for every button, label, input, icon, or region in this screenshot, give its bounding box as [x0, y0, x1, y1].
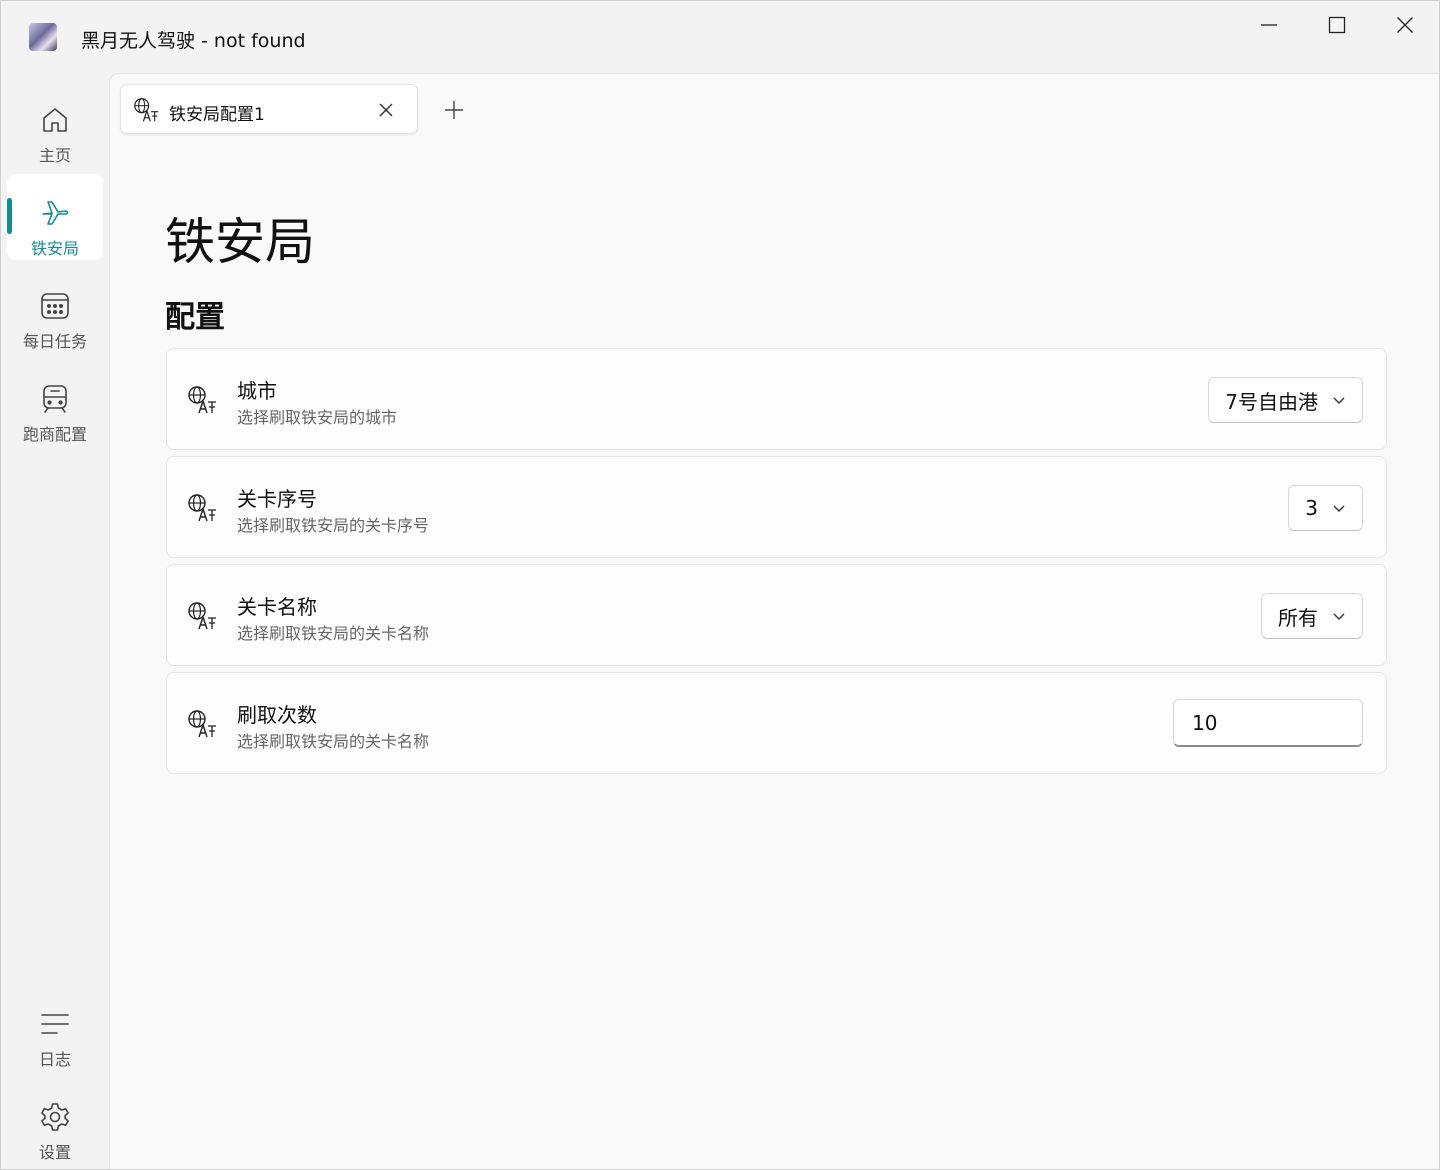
minimize-icon — [1261, 24, 1277, 26]
translate-icon — [188, 602, 216, 630]
main-content: 铁安局配置1 铁安局 配置 城市 选择刷取铁安局的城市 7号自由港 关卡序号 选… — [109, 73, 1439, 1169]
setting-title: 关卡序号 — [237, 487, 317, 511]
setting-title: 刷取次数 — [237, 703, 317, 727]
section-title: 配置 — [165, 300, 225, 335]
active-indicator — [7, 198, 12, 234]
stage-name-select[interactable]: 所有 — [1261, 593, 1363, 639]
translate-icon — [134, 98, 159, 122]
chevron-down-icon — [1332, 500, 1348, 516]
lines-icon — [38, 1007, 72, 1041]
sidebar-item-label: 每日任务 — [22, 332, 87, 351]
app-logo-icon — [29, 23, 57, 51]
select-value: 7号自由港 — [1225, 389, 1318, 414]
chevron-down-icon — [1332, 392, 1348, 408]
close-icon — [1397, 17, 1413, 33]
tab-close-button[interactable] — [375, 99, 397, 121]
sidebar-item-label: 日志 — [38, 1050, 71, 1069]
translate-icon — [188, 710, 216, 738]
tab-tieanju-config-1[interactable]: 铁安局配置1 — [120, 84, 418, 134]
sidebar-item-label: 铁安局 — [30, 239, 79, 258]
sidebar-item-home[interactable]: 主页 — [7, 81, 103, 167]
calendar-icon — [38, 289, 72, 323]
tab-label: 铁安局配置1 — [169, 105, 265, 125]
setting-card-city: 城市 选择刷取铁安局的城市 7号自由港 — [166, 348, 1387, 450]
setting-title: 关卡名称 — [237, 595, 317, 619]
airplane-icon — [38, 196, 72, 230]
setting-title: 城市 — [237, 379, 277, 403]
close-icon — [379, 103, 393, 117]
select-value: 3 — [1305, 496, 1318, 520]
gear-icon — [38, 1100, 72, 1134]
translate-icon — [188, 494, 216, 522]
sidebar-item-label: 设置 — [38, 1143, 71, 1162]
sidebar-item-trade-config[interactable]: 跑商配置 — [7, 360, 103, 446]
setting-description: 选择刷取铁安局的城市 — [237, 408, 398, 427]
sidebar-item-settings[interactable]: 设置 — [7, 1078, 103, 1164]
minimize-button[interactable] — [1235, 1, 1303, 49]
plus-icon — [445, 101, 463, 119]
title-bar: 黑月无人驾驶 - not found — [1, 1, 1440, 73]
sidebar-item-tieanju[interactable]: 铁安局 — [7, 174, 103, 260]
chevron-down-icon — [1332, 608, 1348, 624]
sidebar-item-daily-tasks[interactable]: 每日任务 — [7, 267, 103, 353]
maximize-button[interactable] — [1303, 1, 1371, 49]
translate-icon — [188, 386, 216, 414]
sidebar-nav: 主页 铁安局 每日任务 跑商配置 日志 设置 — [1, 73, 109, 1170]
sidebar-item-label: 跑商配置 — [22, 425, 87, 444]
run-count-input[interactable]: 10 — [1173, 699, 1363, 747]
close-button[interactable] — [1371, 1, 1439, 49]
page-title: 铁安局 — [165, 213, 315, 271]
setting-card-stage-number: 关卡序号 选择刷取铁安局的关卡序号 3 — [166, 456, 1387, 558]
sidebar-item-log[interactable]: 日志 — [7, 985, 103, 1071]
city-select[interactable]: 7号自由港 — [1208, 377, 1363, 423]
setting-card-stage-name: 关卡名称 选择刷取铁安局的关卡名称 所有 — [166, 564, 1387, 666]
home-icon — [38, 103, 72, 137]
setting-description: 选择刷取铁安局的关卡名称 — [237, 732, 430, 751]
select-value: 所有 — [1278, 605, 1318, 630]
setting-description: 选择刷取铁安局的关卡名称 — [237, 624, 430, 643]
setting-card-run-count: 刷取次数 选择刷取铁安局的关卡名称 10 — [166, 672, 1387, 774]
train-icon — [38, 382, 72, 416]
stage-number-select[interactable]: 3 — [1288, 485, 1363, 531]
maximize-icon — [1328, 16, 1346, 34]
setting-description: 选择刷取铁安局的关卡序号 — [237, 516, 430, 535]
sidebar-item-label: 主页 — [38, 146, 71, 165]
app-window: 黑月无人驾驶 - not found 主页 铁安局 每日任务 跑商配置 日志 设… — [0, 0, 1440, 1170]
window-title: 黑月无人驾驶 - not found — [81, 30, 306, 52]
add-tab-button[interactable] — [440, 96, 468, 124]
